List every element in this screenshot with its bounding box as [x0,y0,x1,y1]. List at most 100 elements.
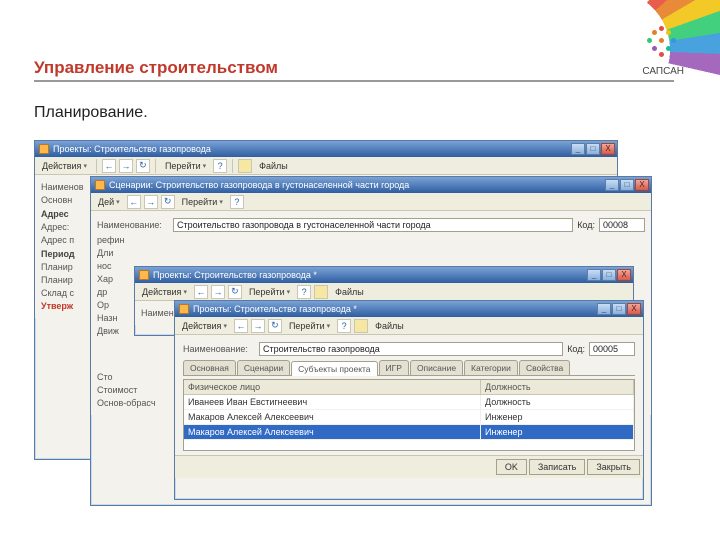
goto-menu[interactable]: Перейти▾ [161,159,210,173]
close-button[interactable]: X [617,269,631,281]
window-title: Сценарии: Строительство газопровода в гу… [109,180,601,190]
chevron-down-icon: ▾ [183,288,187,296]
refresh-icon[interactable]: ↻ [268,319,282,333]
label-refin: рефин [97,235,169,245]
maximize-button[interactable]: □ [602,269,616,281]
titlebar[interactable]: Сценарии: Строительство газопровода в гу… [91,177,651,193]
app-icon [139,270,149,280]
window-title: Проекты: Строительство газопровода * [193,304,593,314]
tab-properties[interactable]: Свойства [519,360,570,375]
tab-description[interactable]: Описание [410,360,463,375]
actions-menu[interactable]: Действия▾ [138,285,191,299]
toolbar: Дей▾ ← → ↻ Перейти▾ ? [91,193,651,211]
close-button[interactable]: X [601,143,615,155]
tab-igr[interactable]: ИГР [379,360,409,375]
actions-menu[interactable]: Действия▾ [38,159,91,173]
window-stack: Проекты: Строительство газопровода _ □ X… [34,140,674,520]
code-input[interactable]: 00008 [599,218,645,232]
chevron-down-icon: ▾ [327,322,331,330]
nav-back-icon[interactable]: ← [194,285,208,299]
chevron-down-icon: ▾ [203,162,207,170]
label-name: Наименование: [97,220,169,230]
minimize-button[interactable]: _ [597,303,611,315]
label-code: Код: [577,220,595,230]
tab-main[interactable]: Основная [183,360,236,375]
actions-menu[interactable]: Дей▾ [94,195,124,209]
label-dlit: Дли [97,248,169,258]
tab-strip: Основная Сценарии Субъекты проекта ИГР О… [183,360,635,376]
chevron-down-icon: ▾ [223,322,227,330]
help-icon[interactable]: ? [230,195,244,209]
maximize-button[interactable]: □ [586,143,600,155]
close-button[interactable]: X [635,179,649,191]
refresh-icon[interactable]: ↻ [136,159,150,173]
chevron-down-icon: ▾ [287,288,291,296]
titlebar[interactable]: Проекты: Строительство газопровода _ □ X [35,141,617,157]
close-button[interactable]: X [627,303,641,315]
help-icon[interactable]: ? [297,285,311,299]
titlebar[interactable]: Проекты: Строительство газопровода * _ □… [135,267,633,283]
chevron-down-icon: ▾ [116,198,120,206]
refresh-icon[interactable]: ↻ [228,285,242,299]
name-input[interactable]: Строительство газопровода [259,342,563,356]
window-title: Проекты: Строительство газопровода * [153,270,583,280]
help-icon[interactable]: ? [213,159,227,173]
toolbar: Действия▾ ← → ↻ Перейти▾ ? Файлы [135,283,633,301]
col-role: Должность [481,380,634,394]
attach-icon[interactable] [314,285,328,299]
files-button[interactable]: Файлы [255,159,292,173]
close-button[interactable]: Закрыть [587,459,640,475]
tab-categories[interactable]: Категории [464,360,518,375]
goto-menu[interactable]: Перейти▾ [285,319,334,333]
attach-icon[interactable] [238,159,252,173]
maximize-button[interactable]: □ [620,179,634,191]
label-stoimost: Стоимост [97,385,169,395]
toolbar: Действия▾ ← → ↻ Перейти▾ ? Файлы [175,317,643,335]
name-input[interactable]: Строительство газопровода в густонаселен… [173,218,573,232]
tab-scenarios[interactable]: Сценарии [237,360,290,375]
page-subtitle: Планирование. [34,104,148,122]
nav-forward-icon[interactable]: → [119,159,133,173]
toolbar: Действия▾ ← → ↻ Перейти▾ ? Файлы [35,157,617,175]
dialog-footer: OK Записать Закрыть [175,455,643,478]
minimize-button[interactable]: _ [605,179,619,191]
label-stost: Сто [97,372,169,382]
nav-back-icon[interactable]: ← [127,195,141,209]
actions-menu[interactable]: Действия▾ [178,319,231,333]
app-icon [179,304,189,314]
minimize-button[interactable]: _ [587,269,601,281]
ok-button[interactable]: OK [496,459,527,475]
nav-back-icon[interactable]: ← [102,159,116,173]
save-button[interactable]: Записать [529,459,585,475]
page-title: Управление строительством [34,58,674,82]
app-icon [95,180,105,190]
nav-forward-icon[interactable]: → [251,319,265,333]
goto-menu[interactable]: Перейти▾ [178,195,227,209]
titlebar[interactable]: Проекты: Строительство газопровода * _ □… [175,301,643,317]
subjects-grid[interactable]: Физическое лицо Должность Иванеев Иван Е… [183,379,635,451]
code-input[interactable]: 00005 [589,342,635,356]
label-code: Код: [567,344,585,354]
refresh-icon[interactable]: ↻ [161,195,175,209]
help-icon[interactable]: ? [337,319,351,333]
maximize-button[interactable]: □ [612,303,626,315]
chevron-down-icon: ▾ [83,162,87,170]
col-person: Физическое лицо [184,380,481,394]
nav-back-icon[interactable]: ← [234,319,248,333]
app-icon [39,144,49,154]
minimize-button[interactable]: _ [571,143,585,155]
nav-forward-icon[interactable]: → [211,285,225,299]
nav-forward-icon[interactable]: → [144,195,158,209]
files-button[interactable]: Файлы [371,319,408,333]
attach-icon[interactable] [354,319,368,333]
table-row[interactable]: Макаров Алексей Алексеевич Инженер [184,425,634,440]
window-title: Проекты: Строительство газопровода [53,144,567,154]
window-projects-3: Проекты: Строительство газопровода * _ □… [174,300,644,500]
chevron-down-icon: ▾ [219,198,223,206]
tab-subjects[interactable]: Субъекты проекта [291,361,377,376]
goto-menu[interactable]: Перейти▾ [245,285,294,299]
table-row[interactable]: Иванеев Иван Евстигнеевич Должность [184,395,634,410]
grid-header: Физическое лицо Должность [184,380,634,395]
files-button[interactable]: Файлы [331,285,368,299]
table-row[interactable]: Макаров Алексей Алексеевич Инженер [184,410,634,425]
